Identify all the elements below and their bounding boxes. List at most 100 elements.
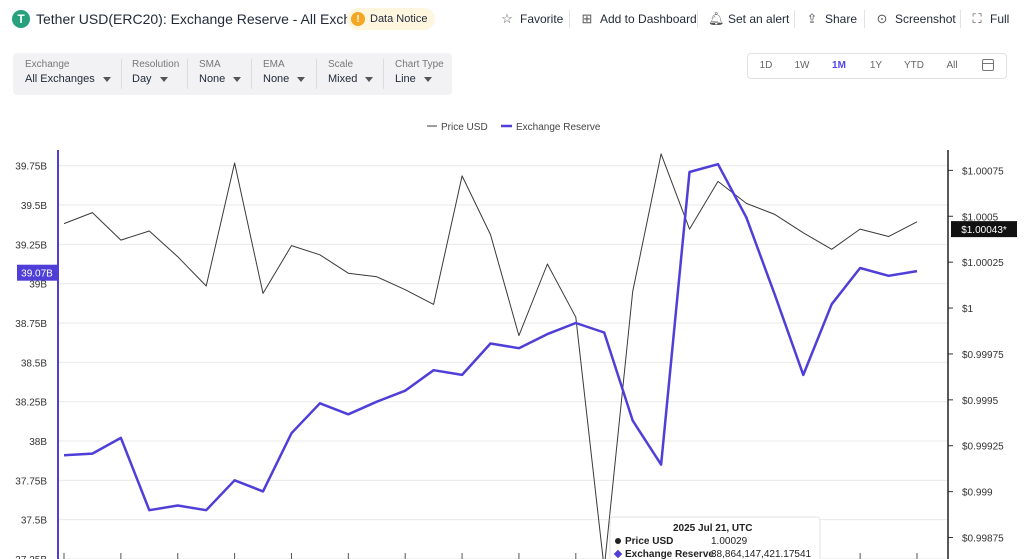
add-to-dashboard-button[interactable]: ⊞ Add to Dashboard [580, 11, 697, 27]
left-tick-label: 39.5B [21, 201, 47, 212]
right-tick-label: $0.9995 [962, 396, 999, 407]
chevron-down-icon [423, 76, 432, 82]
tooltip-price-label: Price USD [625, 536, 673, 547]
page-title: Tether USD(ERC20): Exchange Reserve - Al… [36, 11, 390, 27]
right-axis: $1.00075$1.0005$1.00025$1$0.99975$0.9995… [947, 150, 1004, 559]
chevron-down-icon [102, 76, 111, 82]
chart-type-select[interactable]: Chart Type Line [395, 59, 444, 85]
range-all-button[interactable]: All [938, 60, 966, 71]
left-tick-label: 39.25B [15, 240, 47, 251]
sma-select[interactable]: SMA None [199, 59, 242, 85]
sma-label: SMA [199, 59, 221, 70]
warning-icon: ! [351, 12, 365, 26]
exchange-reserve-chart[interactable]: Price USD Exchange Reserve 39.75B 39.5B 39… [0, 100, 1024, 559]
chart-grid [58, 165, 948, 559]
share-button[interactable]: ⇪ Share [805, 11, 857, 27]
top-bar: T Tether USD(ERC20): Exchange Reserve - … [0, 0, 1024, 38]
divider [794, 10, 795, 28]
left-tick-label: 38B [29, 437, 47, 448]
divider [316, 59, 317, 89]
fullscreen-icon: ⛶ [972, 11, 982, 26]
ema-label: EMA [263, 59, 285, 70]
range-1y-button[interactable]: 1Y [862, 60, 890, 71]
data-notice-label: Data Notice [370, 13, 428, 25]
chevron-down-icon [159, 76, 168, 82]
chart-legend: Price USD Exchange Reserve [427, 122, 601, 133]
scale-select[interactable]: Scale Mixed [328, 59, 374, 85]
chevron-down-icon [233, 76, 242, 82]
screenshot-button[interactable]: ⊙ Screenshot [875, 11, 956, 27]
divider [187, 59, 188, 89]
exchange-select[interactable]: Exchange All Exchanges [25, 59, 111, 85]
favorite-label: Favorite [520, 12, 564, 26]
tooltip-date: 2025 Jul 21, UTC [673, 523, 752, 534]
right-tick-label: $0.99975 [962, 350, 1004, 361]
legend-price-label: Price USD [441, 122, 488, 133]
favorite-button[interactable]: ☆ Favorite [500, 11, 563, 27]
screenshot-label: Screenshot [895, 12, 956, 26]
left-axis: 39.75B 39.5B 39.25B 39B 38.75B 38.5B 38.25B 38B… [15, 150, 59, 559]
tooltip-reserve-label: Exchange Reserve [625, 549, 714, 559]
camera-icon: ⊙ [876, 11, 888, 26]
fullscreen-button[interactable]: ⛶ Full [970, 11, 1009, 27]
chevron-down-icon [297, 76, 306, 82]
divider [864, 10, 865, 28]
left-tick-label: 37.5B [21, 516, 47, 527]
resolution-select[interactable]: Resolution Day [132, 59, 179, 85]
divider [960, 10, 961, 28]
star-icon: ☆ [501, 11, 513, 26]
current-value-badges: 39.07B $1.00043* [17, 221, 1017, 281]
divider [569, 10, 570, 28]
scale-value: Mixed [328, 73, 358, 85]
divider [251, 59, 252, 89]
left-tick-label: 37.25B [15, 555, 47, 559]
share-label: Share [825, 12, 858, 26]
chevron-down-icon [365, 76, 374, 82]
right-current-value-label: $1.00043* [961, 225, 1007, 236]
exchange-reserve-line [63, 162, 918, 512]
calendar-icon[interactable] [982, 59, 994, 71]
set-alert-button[interactable]: 🔔︎ Set an alert [708, 11, 789, 27]
chart-type-value: Line [395, 73, 416, 85]
tether-logo-icon: T [12, 10, 30, 28]
ema-select[interactable]: EMA None [263, 59, 306, 85]
resolution-label: Resolution [132, 59, 180, 70]
bell-icon: 🔔︎ [708, 11, 725, 26]
right-tick-label: $1 [962, 304, 974, 315]
right-tick-label: $1.00025 [962, 258, 1004, 269]
chart-type-label: Chart Type [395, 59, 444, 70]
price-usd-line [63, 153, 918, 559]
sma-value: None [199, 73, 226, 85]
divider [121, 59, 122, 89]
tooltip-reserve-value: 38,864,147,421.17541 [711, 549, 812, 559]
left-tick-label: 37.75B [15, 476, 47, 487]
tooltip-price-marker [615, 538, 621, 544]
range-1w-button[interactable]: 1W [788, 60, 816, 71]
exchange-label: Exchange [25, 59, 70, 70]
scale-label: Scale [328, 59, 354, 70]
set-alert-label: Set an alert [728, 12, 790, 26]
ema-value: None [263, 73, 290, 85]
share-icon: ⇪ [806, 11, 818, 26]
resolution-value: Day [132, 73, 152, 85]
dashboard-plus-icon: ⊞ [581, 11, 593, 26]
legend-reserve-label: Exchange Reserve [516, 122, 601, 133]
data-notice-button[interactable]: ! Data Notice [347, 8, 436, 30]
chart-tooltip: 2025 Jul 21, UTC Price USD 1.00029 Excha… [609, 516, 821, 559]
tooltip-price-value: 1.00029 [711, 536, 748, 547]
chart-series [63, 153, 918, 559]
range-1m-button[interactable]: 1M [825, 60, 853, 71]
left-tick-label: 39.75B [15, 162, 47, 173]
range-ytd-button[interactable]: YTD [900, 60, 928, 71]
divider [383, 59, 384, 89]
right-tick-label: $0.99875 [962, 534, 1004, 545]
range-selector: 1D 1W 1M 1Y YTD All [747, 53, 1007, 79]
left-current-value-label: 39.07B [21, 269, 53, 280]
left-tick-label: 38.5B [21, 358, 47, 369]
right-tick-label: $1.00075 [962, 166, 1004, 177]
range-1d-button[interactable]: 1D [752, 60, 780, 71]
chart-controls: Exchange All Exchanges Resolution Day SM… [13, 53, 452, 95]
add-to-dashboard-label: Add to Dashboard [600, 12, 697, 26]
divider [697, 10, 698, 28]
exchange-value: All Exchanges [25, 73, 95, 85]
